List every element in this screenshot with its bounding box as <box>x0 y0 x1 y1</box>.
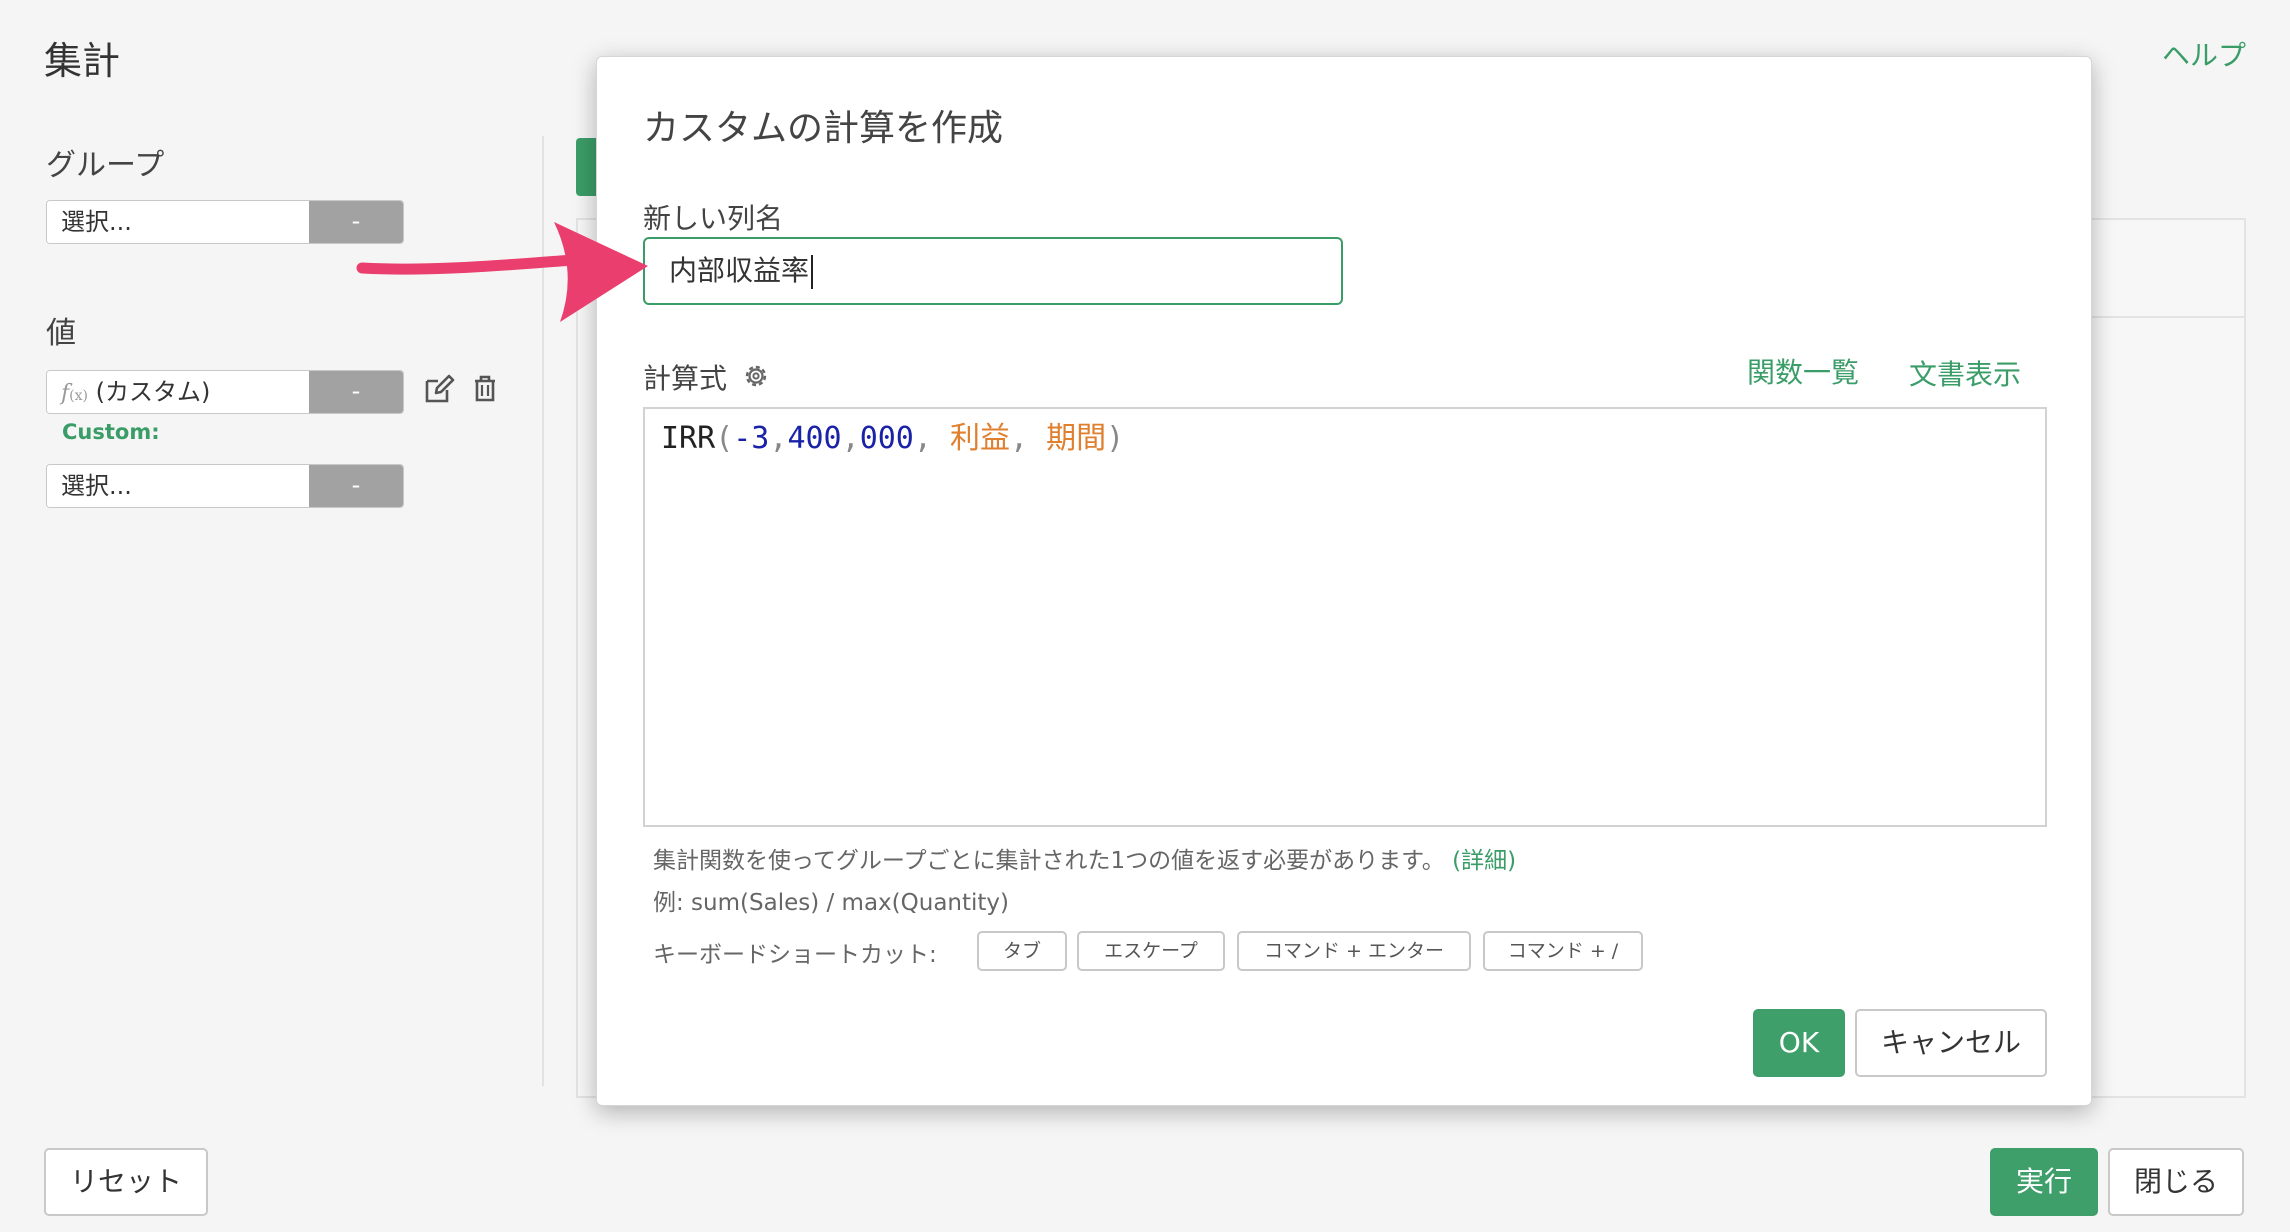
value-custom-select-value: f(x) (カスタム) <box>47 371 309 413</box>
shortcut-cmd-enter: コマンド + エンター <box>1237 931 1471 971</box>
reset-button[interactable]: リセット <box>44 1148 208 1216</box>
group-select-value: 選択... <box>47 201 309 243</box>
formula-example: 例: sum(Sales) / max(Quantity) <box>653 890 1010 916</box>
formula-editor[interactable]: IRR(-3,400,000, 利益, 期間) <box>643 407 2047 827</box>
formula-token-punc: ) <box>1106 421 1125 456</box>
shortcut-tab: タブ <box>977 931 1067 971</box>
background-panel-divider <box>2090 316 2246 318</box>
text-caret <box>811 255 814 289</box>
formula-token-col: 期間 <box>1046 421 1107 456</box>
ok-button[interactable]: OK <box>1753 1009 1845 1077</box>
page-title: 集計 <box>44 39 121 83</box>
custom-calc-dialog: カスタムの計算を作成 新しい列名 内部収益率 計算式 関数一覧 文書表示 IRR… <box>596 56 2092 1106</box>
new-column-input[interactable]: 内部収益率 <box>643 237 1343 305</box>
details-link[interactable]: (詳細) <box>1452 848 1516 874</box>
trash-icon[interactable] <box>468 372 502 406</box>
function-list-link[interactable]: 関数一覧 <box>1747 351 1859 391</box>
shortcut-escape: エスケープ <box>1077 931 1225 971</box>
run-button[interactable]: 実行 <box>1990 1148 2098 1216</box>
formula-token-punc: , <box>913 421 950 456</box>
fx-icon: f(x) <box>61 381 88 406</box>
formula-hint-text: 集計関数を使ってグループごとに集計された1つの値を返す必要があります。 <box>653 848 1445 874</box>
group-heading: グループ <box>46 148 165 183</box>
formula-token-punc: , <box>769 421 788 456</box>
value-select-value: 選択... <box>47 465 309 507</box>
formula-code-line: IRR(-3,400,000, 利益, 期間) <box>661 419 1124 459</box>
formula-token-punc: , <box>1010 421 1047 456</box>
group-select[interactable]: 選択... - <box>46 200 404 244</box>
close-button[interactable]: 閉じる <box>2108 1148 2244 1216</box>
formula-token-num: 000 <box>859 421 914 456</box>
shortcuts-label: キーボードショートカット: <box>653 942 937 968</box>
value-custom-select-button[interactable]: - <box>309 371 403 413</box>
custom-label: Custom: <box>62 420 160 444</box>
formula-token-num: -3 <box>733 421 770 456</box>
formula-token-fn: IRR <box>661 421 716 456</box>
docs-link[interactable]: 文書表示 <box>1909 353 2021 393</box>
new-column-label: 新しい列名 <box>643 202 784 235</box>
help-link[interactable]: ヘルプ <box>2162 34 2246 74</box>
formula-token-num: 400 <box>787 421 842 456</box>
formula-token-punc: ( <box>715 421 734 456</box>
shortcut-cmd-slash: コマンド + / <box>1483 931 1643 971</box>
annotation-arrow <box>356 216 656 328</box>
edit-icon[interactable] <box>422 372 456 406</box>
value-select[interactable]: 選択... - <box>46 464 404 508</box>
formula-token-punc: , <box>841 421 860 456</box>
value-heading: 値 <box>46 316 76 351</box>
dialog-title: カスタムの計算を作成 <box>643 108 1004 149</box>
cancel-button[interactable]: キャンセル <box>1855 1009 2047 1077</box>
gear-icon[interactable] <box>741 361 771 391</box>
value-custom-select[interactable]: f(x) (カスタム) - <box>46 370 404 414</box>
value-select-button[interactable]: - <box>309 465 403 507</box>
formula-token-col: 利益 <box>950 421 1010 456</box>
formula-label: 計算式 <box>643 362 728 395</box>
formula-hint: 集計関数を使ってグループごとに集計された1つの値を返す必要があります。 (詳細) <box>653 841 1516 875</box>
new-column-value: 内部収益率 <box>669 254 810 287</box>
